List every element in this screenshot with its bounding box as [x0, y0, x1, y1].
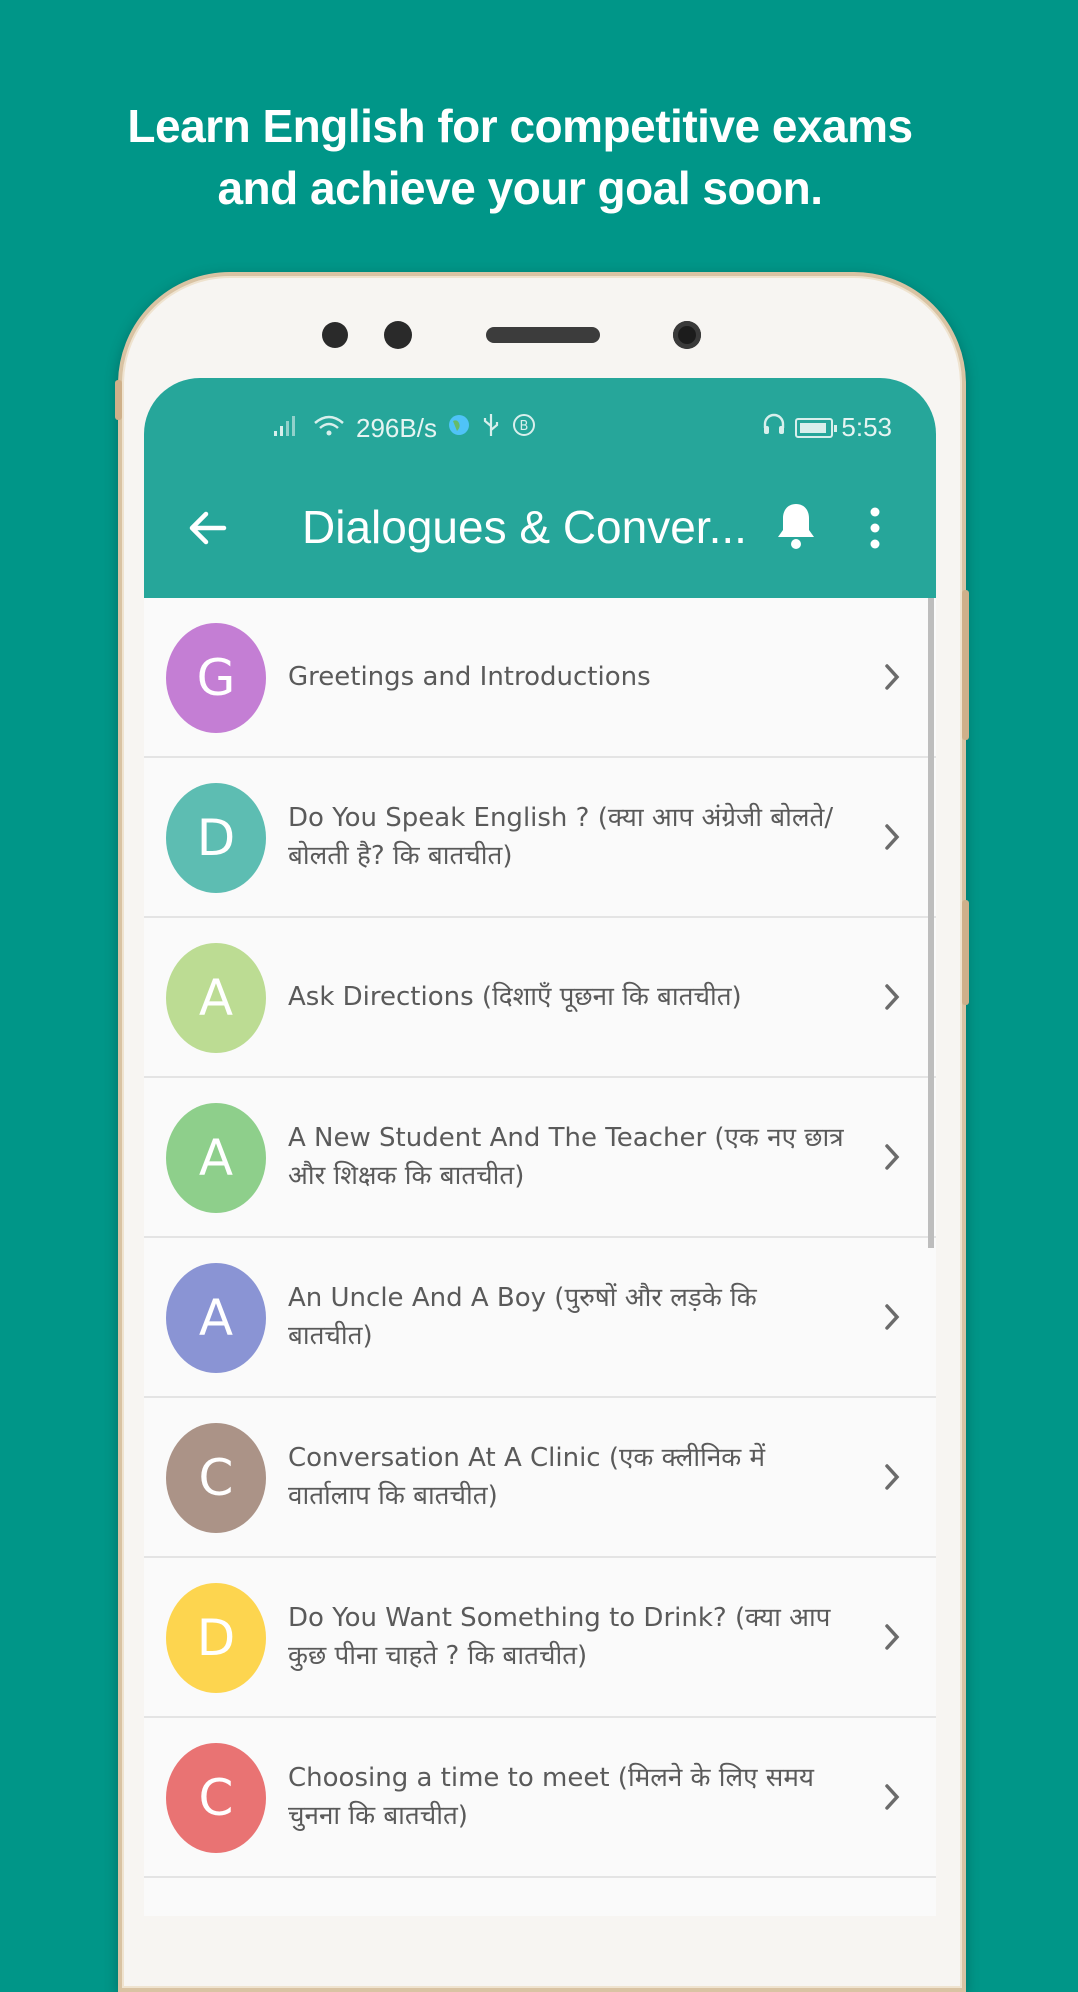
bell-icon[interactable]	[774, 500, 818, 552]
list-item[interactable]: D Do You Speak English ? (क्या आप अंग्रेज…	[144, 758, 936, 918]
chevron-right-icon	[885, 664, 900, 690]
arrow-back-icon[interactable]	[184, 504, 232, 552]
list-item-title: A New Student And The Teacher (एक नए छात…	[288, 1123, 844, 1191]
letter-avatar: A	[166, 1263, 266, 1373]
letter-avatar: A	[166, 1103, 266, 1213]
letter-avatar: C	[166, 1743, 266, 1853]
scrollbar[interactable]	[928, 598, 934, 1248]
phone-sensor	[322, 322, 348, 348]
chevron-right-icon	[885, 824, 900, 850]
headphones-icon	[761, 412, 787, 443]
chevron-right-icon	[885, 984, 900, 1010]
letter-avatar: A	[166, 943, 266, 1053]
list-item-title: Conversation At A Clinic (एक क्लीनिक में…	[288, 1443, 766, 1511]
app-screen: 296B/s B 5:53 Dialogues & Conver... G Gr…	[144, 378, 936, 1916]
promo-line-1: Learn English for competitive exams	[127, 100, 913, 152]
list-item-title: Do You Speak English ? (क्या आप अंग्रेजी…	[288, 803, 834, 871]
toolbar-title: Dialogues & Conver...	[302, 501, 747, 553]
chevron-right-icon	[885, 1144, 900, 1170]
letter-avatar: D	[166, 783, 266, 893]
list-item-title: Choosing a time to meet (मिलने के लिए सम…	[288, 1763, 815, 1831]
status-left: 296B/s B	[272, 412, 537, 445]
letter-avatar: C	[166, 1423, 266, 1533]
signal-icon	[272, 413, 302, 444]
usb-icon	[481, 412, 501, 445]
app-bar: 296B/s B 5:53 Dialogues & Conver...	[144, 378, 936, 598]
list-item[interactable]: G Greetings and Introductions	[144, 598, 936, 758]
list-item[interactable]: A An Uncle And A Boy (पुरुषों और लड़के कि…	[144, 1238, 936, 1398]
wifi-icon	[312, 413, 346, 444]
list-item[interactable]: D Do You Want Something to Drink? (क्या आ…	[144, 1558, 936, 1718]
phone-speaker	[486, 327, 600, 343]
more-vert-icon[interactable]	[868, 506, 882, 550]
chevron-right-icon	[885, 1304, 900, 1330]
front-camera	[673, 321, 701, 349]
list-item-title: An Uncle And A Boy (पुरुषों और लड़के कि …	[288, 1283, 757, 1351]
phone-side-key	[115, 380, 122, 420]
list-item-title: Do You Want Something to Drink? (क्या आप…	[288, 1603, 831, 1671]
list-item[interactable]: A Ask Directions (दिशाएँ पूछना कि बातचीत)	[144, 918, 936, 1078]
status-right: 5:53	[761, 412, 892, 443]
dialogue-list: G Greetings and Introductions D Do You Spea…	[144, 598, 936, 1878]
phone-power-button	[962, 900, 969, 1005]
phone-sensor	[384, 321, 412, 349]
list-item-title: Greetings and Introductions	[288, 662, 651, 692]
svg-text:B: B	[519, 419, 528, 434]
status-time: 5:53	[841, 412, 892, 442]
b-badge-icon: B	[511, 412, 537, 445]
chevron-right-icon	[885, 1464, 900, 1490]
phone-volume-button	[962, 590, 969, 740]
list-item[interactable]: C Conversation At A Clinic (एक क्लीनिक मे…	[144, 1398, 936, 1558]
battery-icon	[795, 417, 838, 438]
letter-avatar: G	[166, 623, 266, 733]
promo-line-2: and achieve your goal soon.	[217, 162, 823, 214]
promo-headline: Learn English for competitive exams and …	[0, 95, 1040, 219]
network-speed: 296B/s	[356, 413, 437, 443]
letter-avatar: D	[166, 1583, 266, 1693]
globe-icon	[447, 413, 471, 444]
chevron-right-icon	[885, 1624, 900, 1650]
status-bar: 296B/s B 5:53	[144, 378, 936, 478]
chevron-right-icon	[885, 1784, 900, 1810]
list-item[interactable]: A A New Student And The Teacher (एक नए छा…	[144, 1078, 936, 1238]
list-item[interactable]: C Choosing a time to meet (मिलने के लिए स…	[144, 1718, 936, 1878]
list-item-title: Ask Directions (दिशाएँ पूछना कि बातचीत)	[288, 982, 742, 1012]
